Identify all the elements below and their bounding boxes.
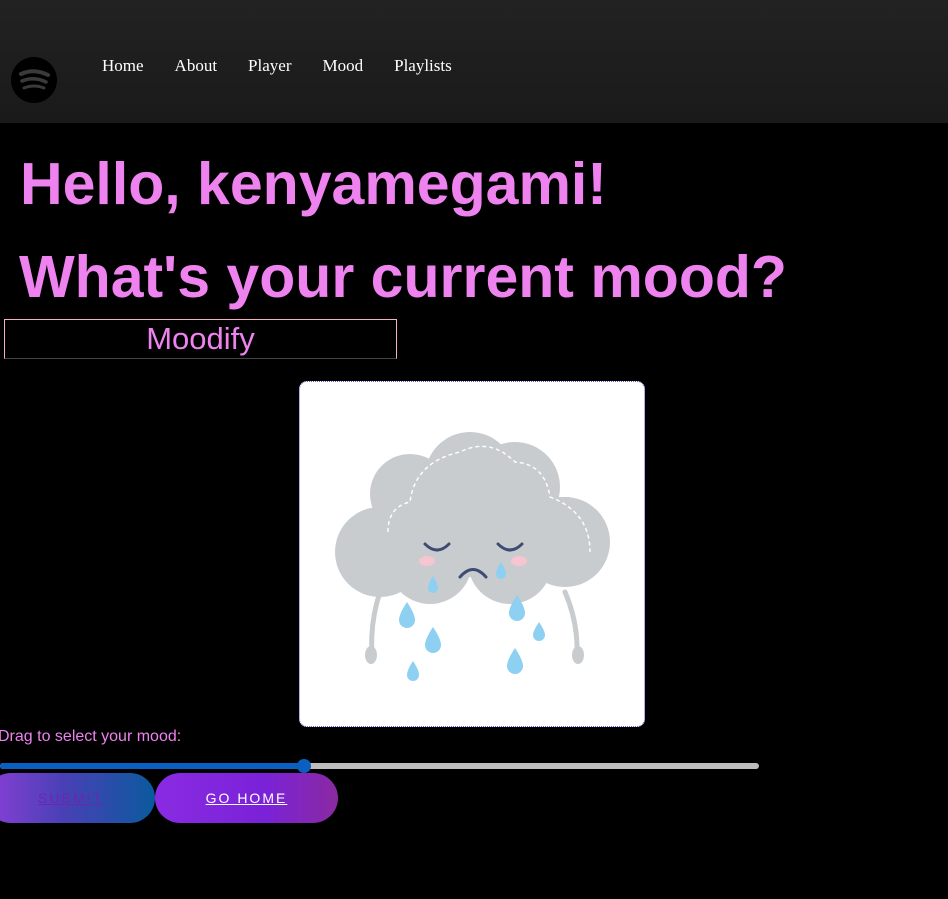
mood-image-card: [299, 381, 645, 727]
mood-slider[interactable]: [0, 759, 759, 773]
mood-slider-fill: [0, 763, 304, 769]
sad-rain-cloud-icon: [335, 432, 610, 681]
mood-slider-thumb[interactable]: [296, 759, 311, 773]
mood-question-heading: What's your current mood?: [19, 244, 787, 310]
brand-label: Moodify: [4, 319, 397, 359]
navbar: Home About Player Mood Playlists: [0, 0, 948, 123]
go-home-button[interactable]: GO HOME: [155, 773, 338, 823]
slider-label: Drag to select your mood:: [0, 728, 182, 745]
greeting-heading: Hello, kenyamegami!: [20, 151, 607, 217]
submit-button[interactable]: SUBMIT: [0, 773, 155, 823]
nav-link-home[interactable]: Home: [102, 56, 144, 76]
spotify-logo-icon[interactable]: [11, 57, 57, 103]
nav-link-playlists[interactable]: Playlists: [394, 56, 452, 76]
nav-link-about[interactable]: About: [175, 56, 218, 76]
nav-link-mood[interactable]: Mood: [322, 56, 363, 76]
nav-links: Home About Player Mood Playlists: [102, 56, 483, 76]
nav-link-player[interactable]: Player: [248, 56, 291, 76]
